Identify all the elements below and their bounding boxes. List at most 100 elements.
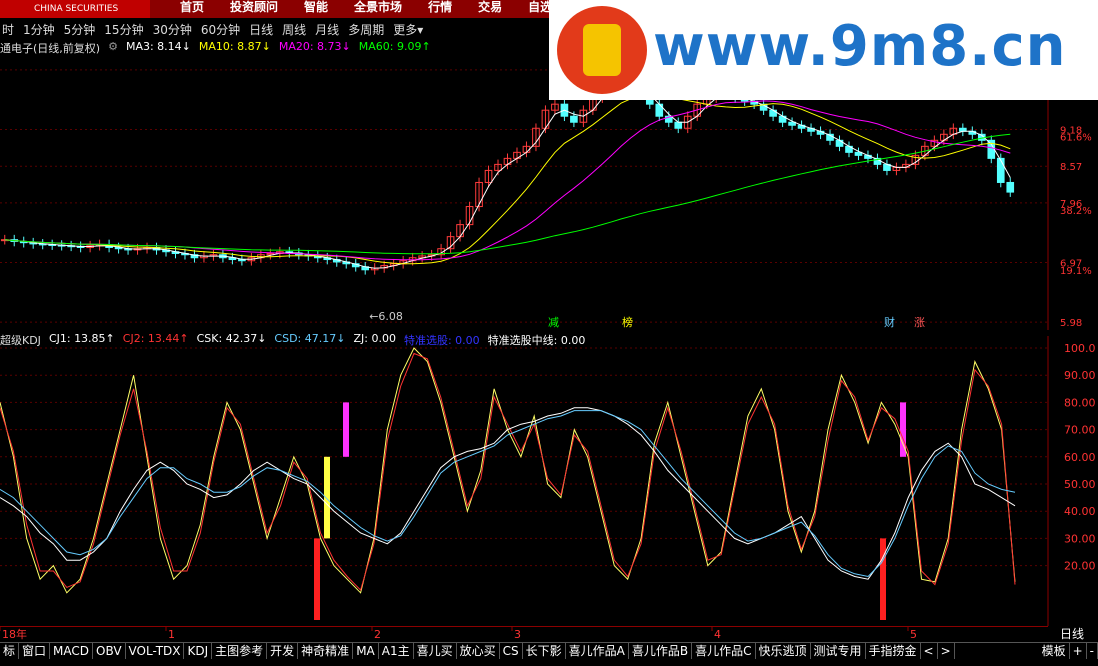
event-tag[interactable]: 榜	[622, 315, 633, 329]
indicator-tab[interactable]: 喜儿买	[414, 643, 457, 660]
top-nav-item[interactable]: 行情	[428, 0, 452, 18]
event-tag[interactable]: 涨	[914, 316, 925, 329]
candle-body	[996, 157, 1005, 183]
indicator-tab[interactable]: >	[938, 643, 955, 660]
top-nav-item[interactable]: 智能	[304, 0, 328, 18]
template-tab[interactable]: -	[1087, 643, 1098, 660]
low-price-label: ←6.08	[369, 310, 403, 323]
kdj-axis-label: 20.00	[1064, 560, 1096, 573]
event-tag[interactable]: 减	[548, 316, 559, 329]
date-label: 3	[514, 628, 521, 641]
price-axis-label: 61.6%	[1060, 133, 1092, 144]
indicator-tab[interactable]: 喜儿作品A	[566, 643, 629, 660]
top-nav: 首页 投资顾问 智能 全景市场 行情 交易 自选	[180, 0, 552, 18]
date-label: 2	[374, 628, 381, 641]
period-tab[interactable]: 更多▾	[393, 21, 423, 38]
settings-icon[interactable]: ⚙	[108, 40, 118, 56]
brand-name: CHINA SECURITIES	[34, 4, 119, 14]
kdj-cj1-line	[0, 347, 1016, 594]
period-tab[interactable]: 日线	[249, 21, 273, 38]
kdj-chart[interactable]: 100.0 90.00 80.00 70.00 60.00 50.00 40.00 30.00…	[0, 336, 1098, 626]
top-nav-item[interactable]: 首页	[180, 0, 204, 18]
watermark-banner: www.9m8.cn	[549, 0, 1098, 100]
ma3-value: MA3: 8.14↓	[125, 40, 191, 53]
kdj-axis-label: 40.00	[1064, 505, 1096, 518]
kdj-axis-label: 80.00	[1064, 396, 1096, 409]
period-tab[interactable]: 15分钟	[104, 21, 143, 38]
date-bar-bg	[0, 626, 1098, 642]
price-axis-label: 8.57	[1060, 162, 1082, 173]
date-label: 1	[168, 628, 175, 641]
indicator-tab[interactable]: CS	[500, 643, 523, 660]
indicator-tab[interactable]: 手指捞金	[866, 643, 921, 660]
indicator-tab[interactable]: 放心买	[457, 643, 500, 660]
indicator-tab[interactable]: MA	[353, 643, 379, 660]
ma-indicator-bar: 通电子(日线,前复权) ⚙ MA3: 8.14↓ MA10: 8.87↓ MA2…	[0, 40, 431, 56]
period-tab[interactable]: 多周期	[348, 21, 384, 38]
period-selector: 时 1分钟 5分钟 15分钟 30分钟 60分钟 日线 周线 月线 多周期 更多▾	[0, 18, 423, 40]
ma60-value: MA60: 9.09↑	[358, 40, 431, 53]
watermark-logo-icon	[557, 6, 647, 94]
candle-body	[570, 115, 578, 123]
date-label: 5	[910, 628, 917, 641]
indicator-tab[interactable]: 开发	[267, 643, 299, 660]
brand-logo: CHINA SECURITIES	[0, 0, 150, 18]
period-label: 日线	[1060, 627, 1084, 641]
signal-bar	[314, 538, 320, 620]
signal-bar	[880, 538, 886, 620]
stock-title: 通电子(日线,前复权)	[0, 42, 101, 55]
top-nav-item[interactable]: 投资顾问	[230, 0, 278, 18]
indicator-tab[interactable]: 喜儿作品C	[692, 643, 756, 660]
candle-body	[1006, 181, 1015, 193]
date-label: 4	[714, 628, 721, 641]
indicator-tab[interactable]: A1主	[379, 643, 414, 660]
price-axis-label: 19.1%	[1060, 266, 1092, 277]
status-bar	[0, 659, 1098, 666]
period-tab[interactable]: 60分钟	[201, 21, 240, 38]
indicator-tabs: 标窗口 MACD OBV VOL-TDX KDJ 主图参考 开发 神奇精准 MA A1主 喜儿买 放心…	[0, 642, 1098, 660]
period-tab[interactable]: 月线	[315, 21, 339, 38]
kdj-axis-label: 30.00	[1064, 532, 1096, 545]
date-axis: 18年 1 2 3 4 5 日线	[0, 626, 1098, 642]
indicator-tab[interactable]: KDJ	[184, 643, 213, 660]
kdj-axis-label: 70.00	[1064, 424, 1096, 437]
period-tab[interactable]: 周线	[282, 21, 306, 38]
period-tab[interactable]: 30分钟	[153, 21, 192, 38]
kdj-axis-label: 100.0	[1064, 342, 1096, 355]
period-tab[interactable]: 5分钟	[64, 21, 96, 38]
price-axis-label: 5.98	[1060, 318, 1082, 329]
kdj-axis-label: 50.00	[1064, 478, 1096, 491]
kdj-cj2-line	[0, 352, 1016, 592]
template-tab[interactable]: 模板	[1039, 643, 1070, 660]
indicator-tab[interactable]: 喜儿作品B	[629, 643, 693, 660]
kdj-axis-label: 60.00	[1064, 451, 1096, 464]
indicator-tab[interactable]: <	[921, 643, 938, 660]
ma10-line	[4, 96, 1011, 265]
period-tab[interactable]: 1分钟	[23, 21, 55, 38]
template-tab[interactable]: +	[1070, 643, 1087, 660]
date-label: 18年	[2, 627, 27, 641]
ma3-line	[4, 79, 1011, 269]
indicator-tab[interactable]: 主图参考	[212, 643, 268, 660]
watermark-text: www.9m8.cn	[653, 14, 1067, 79]
ma10-value: MA10: 8.87↓	[198, 40, 271, 53]
indicator-tab[interactable]: 窗口	[19, 643, 51, 660]
ma20-line	[4, 100, 1011, 261]
indicator-tab[interactable]: 神奇精准	[298, 643, 354, 660]
price-axis-label: 38.2%	[1060, 206, 1092, 217]
indicator-tab[interactable]: 长下影	[523, 643, 566, 660]
top-nav-item[interactable]: 交易	[478, 0, 502, 18]
kdj-csd-line	[0, 410, 1016, 578]
ma20-value: MA20: 8.73↓	[278, 40, 351, 53]
indicator-tab[interactable]: MACD	[50, 643, 94, 660]
indicator-tab[interactable]: OBV	[93, 643, 126, 660]
event-tag[interactable]: 财	[884, 315, 895, 329]
period-tab[interactable]: 时	[2, 21, 14, 38]
indicator-tab[interactable]: 标	[0, 643, 20, 660]
top-nav-item[interactable]: 全景市场	[354, 0, 402, 18]
candle-body	[674, 121, 683, 129]
indicator-tab[interactable]: 测试专用	[811, 643, 866, 660]
signal-bar	[324, 456, 330, 539]
indicator-tab[interactable]: VOL-TDX	[126, 643, 185, 660]
indicator-tab[interactable]: 快乐逃顶	[756, 643, 811, 660]
